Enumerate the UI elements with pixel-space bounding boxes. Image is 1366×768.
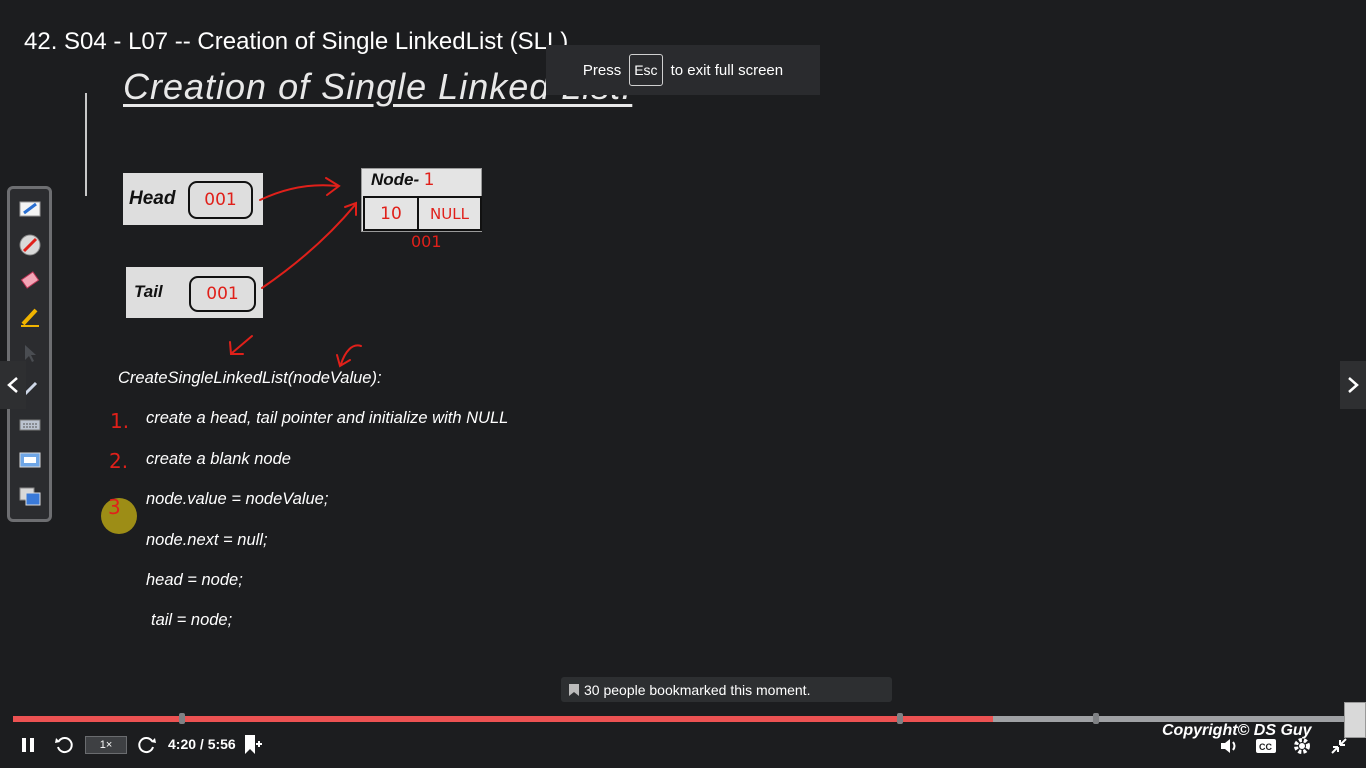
- bookmark-icon: [569, 683, 579, 696]
- rewind-icon: [55, 737, 73, 754]
- exit-fullscreen-icon: [1331, 738, 1347, 754]
- algorithm-step: head = node;: [146, 571, 243, 589]
- algorithm-signature: CreateSingleLinkedList(nodeValue):: [118, 369, 382, 387]
- forward-icon: [138, 737, 156, 754]
- scroll-indicator[interactable]: [1344, 702, 1366, 738]
- step-number: 1.: [110, 409, 130, 433]
- algorithm-step: create a blank node: [146, 450, 291, 468]
- algorithm-step: create a head, tail pointer and initiali…: [146, 409, 509, 427]
- pause-icon: [22, 738, 34, 752]
- captions-icon: CC: [1256, 739, 1276, 753]
- progress-fill: [13, 716, 993, 722]
- gear-icon: [1294, 738, 1310, 754]
- pause-button[interactable]: [17, 734, 39, 756]
- svg-text:CC: CC: [1259, 742, 1272, 752]
- algorithm-step: tail = node;: [151, 611, 233, 629]
- bookmark-text: 30 people bookmarked this moment.: [584, 681, 811, 698]
- bookmark-notice: 30 people bookmarked this moment.: [561, 677, 892, 702]
- step-number: 3: [108, 495, 121, 519]
- rewind-button[interactable]: [52, 733, 76, 757]
- captions-button[interactable]: CC: [1254, 735, 1278, 757]
- chevron-left-icon: [7, 377, 18, 393]
- tick-arrow-2: [340, 344, 362, 365]
- bookmark-add-icon: [245, 735, 262, 754]
- tick-arrow-1: [231, 335, 253, 354]
- chapter-marker[interactable]: [897, 713, 904, 724]
- forward-button[interactable]: [135, 733, 159, 757]
- tail-to-node-arrow: [261, 204, 356, 289]
- previous-lecture-button[interactable]: [0, 361, 26, 409]
- step-number: 2.: [109, 449, 129, 473]
- volume-icon: [1221, 739, 1236, 753]
- add-bookmark-button[interactable]: [240, 733, 264, 757]
- chapter-marker[interactable]: [1092, 713, 1099, 724]
- chevron-right-icon: [1348, 377, 1359, 393]
- volume-button[interactable]: [1217, 735, 1241, 757]
- settings-button[interactable]: [1290, 734, 1314, 758]
- algorithm-step: node.next = null;: [146, 531, 268, 549]
- time-display: 4:20 / 5:56: [168, 736, 236, 752]
- algorithm-step: node.value = nodeValue;: [146, 490, 329, 508]
- chapter-marker[interactable]: [178, 713, 185, 724]
- next-lecture-button[interactable]: [1340, 361, 1366, 409]
- head-to-node-arrow: [259, 184, 339, 201]
- exit-fullscreen-button[interactable]: [1327, 734, 1351, 758]
- playback-speed-button[interactable]: 1×: [85, 736, 127, 754]
